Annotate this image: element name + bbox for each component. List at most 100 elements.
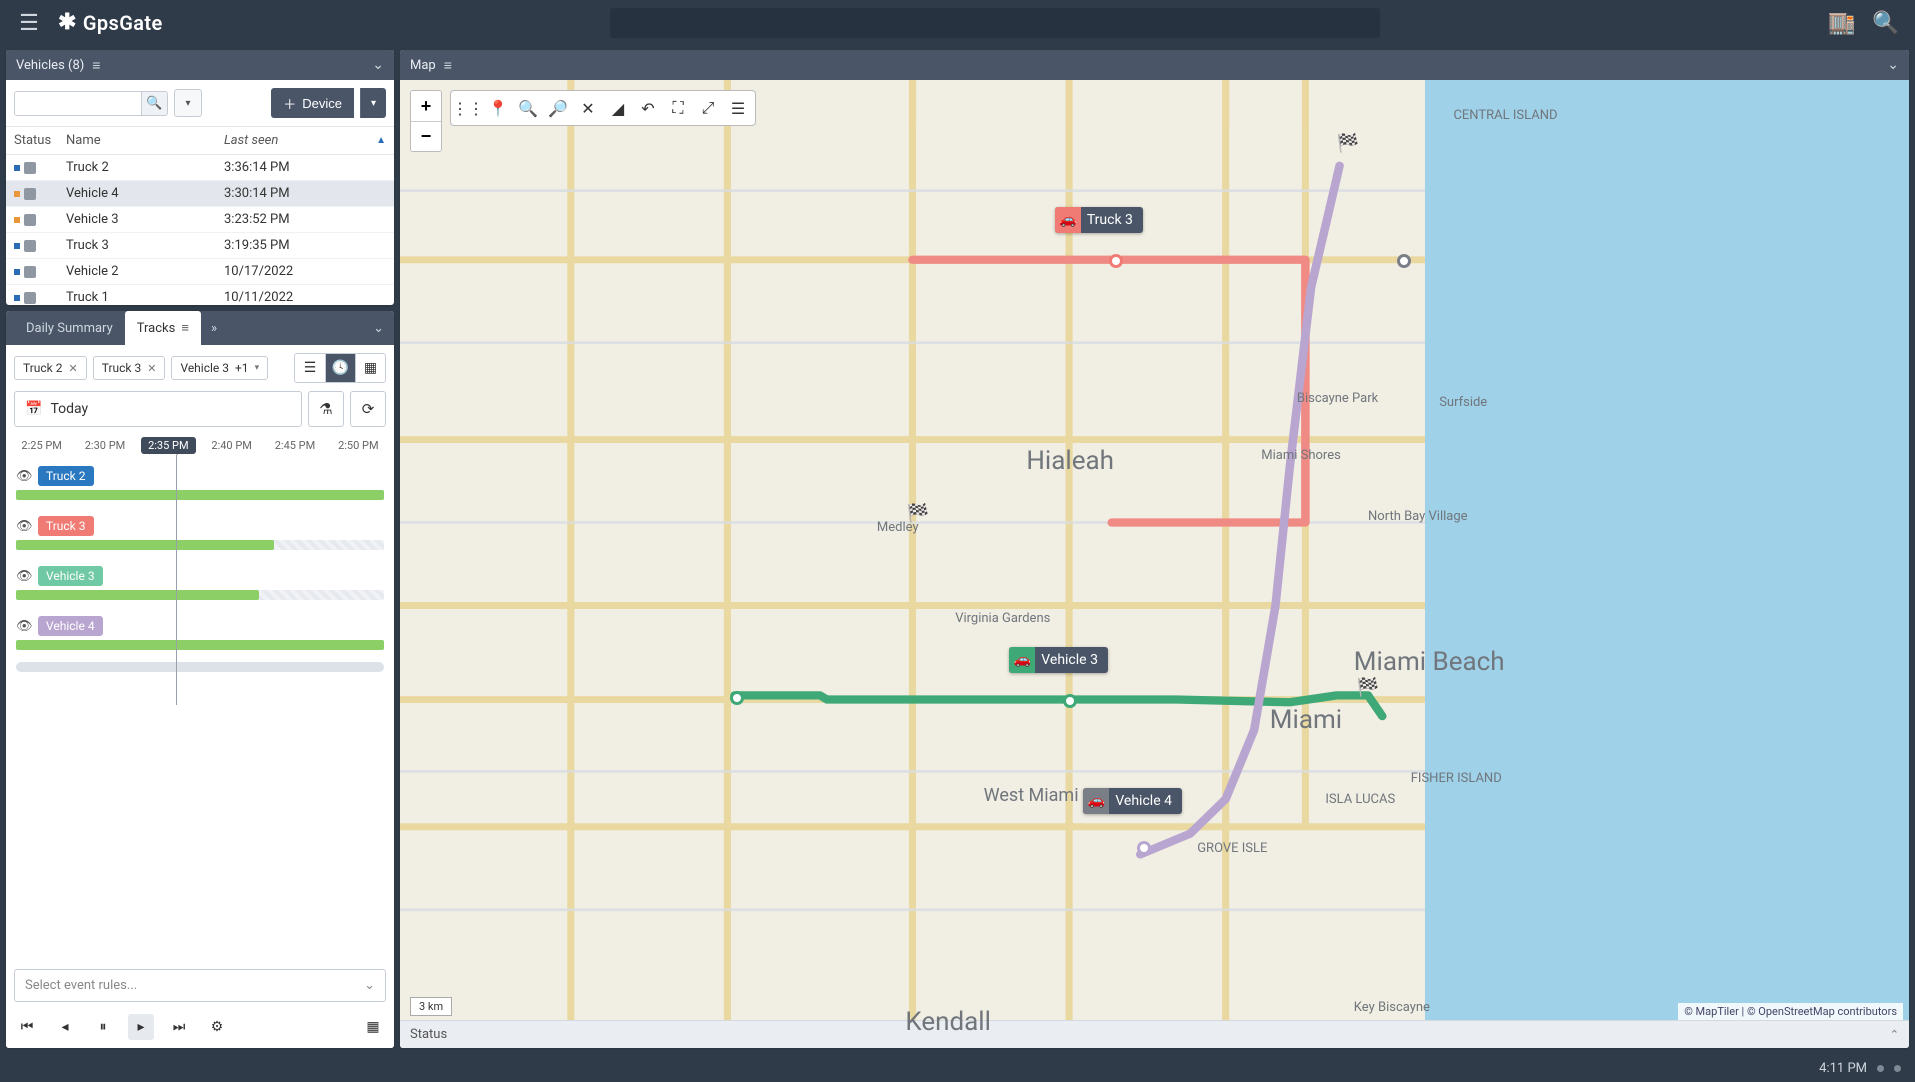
status-cell	[14, 292, 66, 304]
pause-icon[interactable]: ⏸	[90, 1014, 116, 1040]
status-cell	[14, 240, 66, 252]
col-status[interactable]: Status	[14, 133, 66, 148]
vehicle-row[interactable]: Truck 3 3:19:35 PM	[6, 233, 394, 259]
date-picker[interactable]: 📅 Today	[14, 391, 302, 427]
vehicle-filter-dropdown[interactable]: ▾	[174, 89, 202, 117]
search-icon[interactable]: 🔍	[1871, 8, 1901, 38]
tool-marker-icon[interactable]: 📍	[485, 95, 511, 121]
vehicle-marker[interactable]: 🚗Truck 3	[1055, 207, 1143, 233]
tab-tracks[interactable]: Tracks ≡	[125, 311, 201, 345]
add-device-dropdown[interactable]: ▾	[360, 88, 386, 118]
track-chip[interactable]: Truck 3 ✕	[93, 356, 166, 380]
view-list-icon[interactable]: ☰	[295, 354, 325, 382]
add-device-button[interactable]: ＋ Device	[271, 88, 354, 118]
skip-start-icon[interactable]: ⏮	[14, 1014, 40, 1040]
step-back-icon[interactable]: ◂	[52, 1014, 78, 1040]
vehicle-row[interactable]: Vehicle 2 10/17/2022	[6, 259, 394, 285]
vehicle-name: Vehicle 3	[66, 212, 224, 227]
zoom-out-button[interactable]: −	[411, 121, 441, 151]
vehicle-marker[interactable]: 🚗Vehicle 3	[1009, 647, 1108, 673]
vehicle-last-seen: 3:23:52 PM	[224, 212, 386, 227]
track-badge[interactable]: Truck 3	[38, 516, 94, 536]
app-topbar: ☰ ✱ GpsGate 🏬 🔍	[0, 0, 1915, 46]
view-grid-icon[interactable]: ▦	[355, 354, 385, 382]
track-chip[interactable]: Truck 2 ✕	[14, 356, 87, 380]
store-icon[interactable]: 🏬	[1827, 8, 1857, 38]
checkered-flag-icon: 🏁	[1337, 133, 1359, 154]
tracks-collapse-icon[interactable]: ⌄	[363, 311, 394, 345]
tool-zoom-out-icon[interactable]: 🔎	[545, 95, 571, 121]
track-badge[interactable]: Truck 2	[38, 466, 94, 486]
playback-table-icon[interactable]: ▦	[360, 1014, 386, 1040]
app-logo: ✱ GpsGate	[58, 11, 163, 35]
vehicle-row[interactable]: Vehicle 4 3:30:14 PM	[6, 181, 394, 207]
map-city-label: West Miami	[984, 785, 1079, 806]
vehicle-search-button[interactable]: 🔍	[141, 92, 167, 115]
vehicle-row[interactable]: Vehicle 3 3:23:52 PM	[6, 207, 394, 233]
menu-icon[interactable]: ☰	[14, 8, 44, 38]
timeline-track: 👁 Truck 3	[6, 512, 394, 550]
track-visibility-icon[interactable]: 👁	[16, 469, 32, 484]
timeline-scrollbar-thumb[interactable]	[16, 662, 384, 672]
tab-daily-summary[interactable]: Daily Summary	[14, 311, 125, 345]
map-city-label: Hialeah	[1026, 446, 1114, 476]
chip-close-icon[interactable]: ✕	[147, 362, 156, 375]
footer-indicator-1	[1877, 1065, 1884, 1072]
filter-button[interactable]: ⚗	[308, 391, 344, 427]
time-tick: 2:25 PM	[10, 439, 73, 452]
track-point[interactable]	[1397, 254, 1411, 268]
map-tools: ⋮⋮ 📍 🔍 🔎 ✕ ◢ ↶ ⛶ ⤢ ☰	[450, 90, 756, 126]
tool-fullscreen-icon[interactable]: ⤢	[695, 95, 721, 121]
map-options-icon[interactable]: ≡	[444, 57, 452, 74]
panel-options-icon[interactable]: ≡	[92, 57, 100, 74]
track-badge[interactable]: Vehicle 4	[38, 616, 103, 636]
track-badge[interactable]: Vehicle 3	[38, 566, 103, 586]
map-city-label: Miami Shores	[1261, 448, 1341, 463]
track-visibility-icon[interactable]: 👁	[16, 519, 32, 534]
track-visibility-icon[interactable]: 👁	[16, 619, 32, 634]
col-last-seen[interactable]: Last seen ▲	[224, 133, 386, 148]
chip-close-icon[interactable]: ✕	[69, 362, 78, 375]
step-forward-icon[interactable]: ▸	[128, 1014, 154, 1040]
playback-settings-icon[interactable]: ⚙	[204, 1014, 230, 1040]
vehicle-marker[interactable]: 🚗Vehicle 4	[1083, 788, 1182, 814]
tool-erase-icon[interactable]: ◢	[605, 95, 631, 121]
track-bar[interactable]	[16, 640, 384, 650]
map-collapse-icon[interactable]: ⌄	[1887, 57, 1899, 73]
track-point[interactable]	[1137, 841, 1151, 855]
playhead[interactable]	[176, 455, 177, 705]
skip-end-icon[interactable]: ⏭	[166, 1014, 192, 1040]
tool-search-icon[interactable]: 🔍	[515, 95, 541, 121]
event-rules-select[interactable]: Select event rules... ⌄	[14, 969, 386, 1002]
map-city-label: Virginia Gardens	[955, 611, 1050, 626]
tool-grid-icon[interactable]: ⋮⋮	[455, 95, 481, 121]
tool-layers-icon[interactable]: ☰	[725, 95, 751, 121]
map-canvas[interactable]: + − ⋮⋮ 📍 🔍 🔎 ✕ ◢ ↶ ⛶ ⤢ ☰ HialeahMiamiMia…	[400, 80, 1909, 1048]
vehicle-marker-icon: 🚗	[1055, 207, 1081, 233]
timeline-scrollbar[interactable]	[16, 662, 384, 672]
time-axis: 2:25 PM2:30 PM2:35 PM2:40 PM2:45 PM2:50 …	[6, 435, 394, 462]
chip-dropdown-icon[interactable]: ▾	[255, 363, 260, 373]
vehicle-row[interactable]: Truck 2 3:36:14 PM	[6, 155, 394, 181]
tool-select-icon[interactable]: ⛶	[665, 95, 691, 121]
col-name[interactable]: Name	[66, 133, 224, 148]
tabs-more-button[interactable]: »	[201, 311, 227, 345]
time-tick: 2:30 PM	[73, 439, 136, 452]
view-timeline-icon[interactable]: 🕓	[325, 354, 355, 382]
vehicle-search-input[interactable]	[15, 92, 141, 115]
status-expand-icon[interactable]: ⌃	[1890, 1028, 1899, 1041]
track-bar[interactable]	[16, 540, 384, 550]
track-bar[interactable]	[16, 590, 384, 600]
collapse-icon[interactable]: ⌄	[372, 57, 384, 73]
tool-fit-icon[interactable]: ✕	[575, 95, 601, 121]
zoom-in-button[interactable]: +	[411, 91, 441, 121]
tab-options-icon[interactable]: ≡	[181, 320, 189, 336]
refresh-button[interactable]: ⟳	[350, 391, 386, 427]
vehicle-row[interactable]: Truck 1 10/11/2022	[6, 285, 394, 305]
track-chip[interactable]: Vehicle 3 +1 ▾	[171, 356, 268, 380]
status-dot-icon	[14, 165, 20, 171]
tool-undo-icon[interactable]: ↶	[635, 95, 661, 121]
vehicle-marker-icon: 🚗	[1083, 788, 1109, 814]
track-visibility-icon[interactable]: 👁	[16, 569, 32, 584]
track-bar[interactable]	[16, 490, 384, 500]
